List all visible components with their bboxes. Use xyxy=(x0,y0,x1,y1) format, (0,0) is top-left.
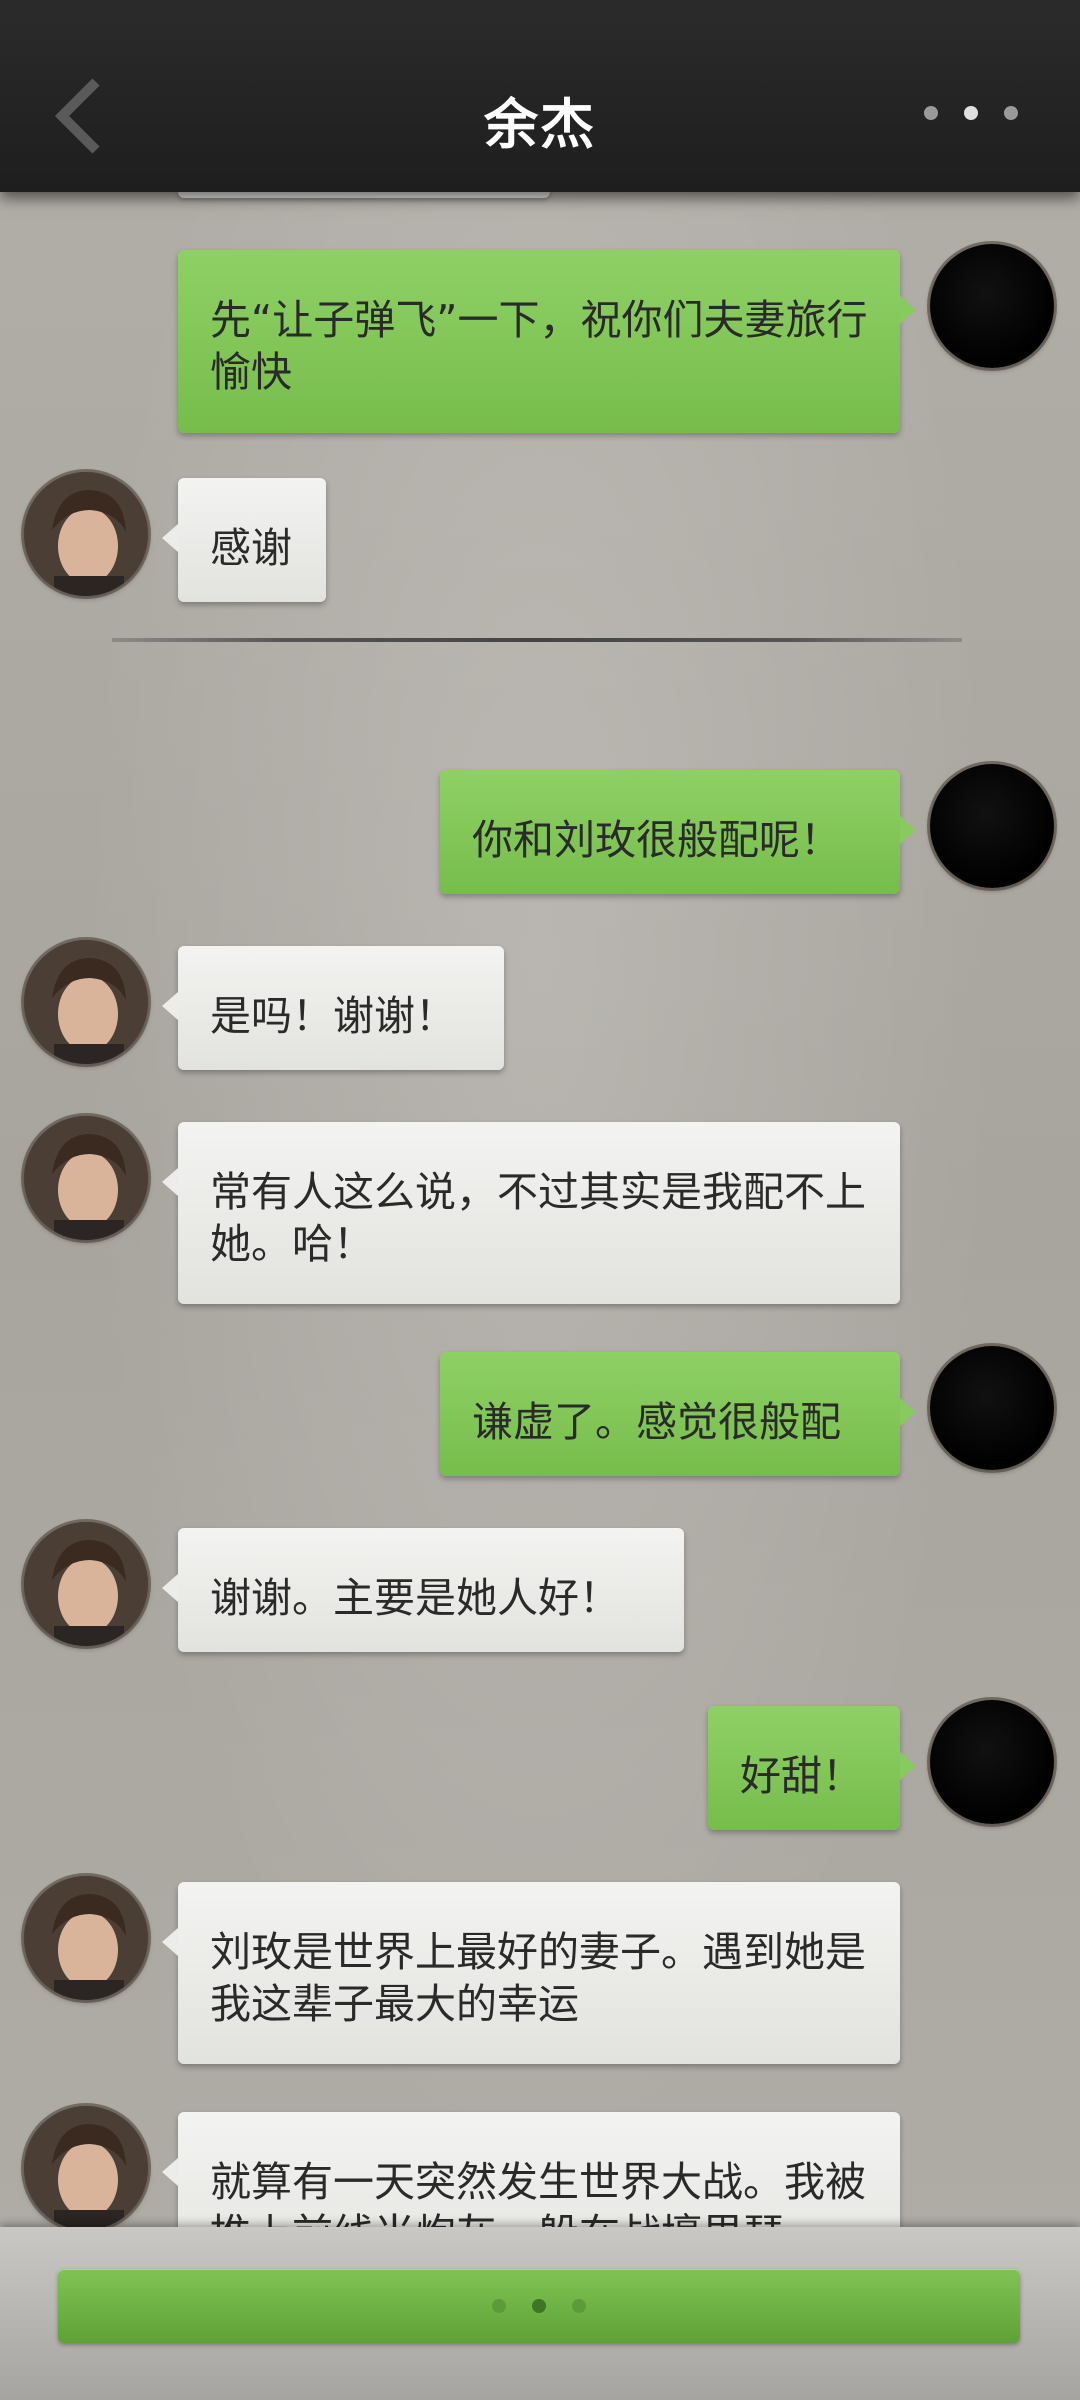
incoming-message: 谢谢。主要是她人好！ xyxy=(162,1528,684,1652)
message-text: 常有人这么说，不过其实是我配不上她。哈！ xyxy=(210,1168,866,1268)
outgoing-message: 好甜！ xyxy=(708,1706,916,1830)
my-avatar[interactable] xyxy=(930,764,1054,888)
contact-avatar[interactable] xyxy=(24,1116,148,1240)
message-text: 是吗！谢谢！ xyxy=(210,992,456,1040)
message-text: 谦虚了。感觉很般配 xyxy=(472,1398,841,1446)
outgoing-message: 你和刘玫很般配呢！ xyxy=(440,770,916,894)
section-divider xyxy=(112,638,962,642)
message-list[interactable]: 先“让子弹飞”一下，祝你们夫妻旅行愉快 感谢 你和刘玫很般配呢！ 是吗！谢谢！ xyxy=(0,192,1080,2227)
chat-header: 余杰 xyxy=(0,0,1080,192)
previous-message-edge xyxy=(178,192,550,198)
incoming-message: 是吗！谢谢！ xyxy=(162,946,504,1070)
message-text: 就算有一天突然发生世界大战。我被推上前线当炮灰，躲在战壕里瑟 xyxy=(210,2158,866,2227)
outgoing-message: 谦虚了。感觉很般配 xyxy=(440,1352,916,1476)
contact-name: 余杰 xyxy=(484,92,596,156)
incoming-message: 刘玫是世界上最好的妻子。遇到她是我这辈子最大的幸运 xyxy=(162,1882,900,2064)
my-avatar[interactable] xyxy=(930,1346,1054,1470)
contact-avatar[interactable] xyxy=(24,1876,148,2000)
reply-button[interactable] xyxy=(58,2269,1020,2343)
my-avatar[interactable] xyxy=(930,1700,1054,1824)
message-text: 谢谢。主要是她人好！ xyxy=(210,1574,620,1622)
more-dots-icon[interactable] xyxy=(924,106,1018,120)
contact-avatar[interactable] xyxy=(24,472,148,596)
incoming-message: 常有人这么说，不过其实是我配不上她。哈！ xyxy=(162,1122,900,1304)
my-avatar[interactable] xyxy=(930,244,1054,368)
message-text: 好甜！ xyxy=(740,1752,863,1800)
contact-avatar[interactable] xyxy=(24,2106,148,2227)
message-text: 刘玫是世界上最好的妻子。遇到她是我这辈子最大的幸运 xyxy=(210,1928,866,2028)
message-text: 你和刘玫很般配呢！ xyxy=(472,816,841,864)
incoming-message: 就算有一天突然发生世界大战。我被推上前线当炮灰，躲在战壕里瑟 xyxy=(162,2112,900,2227)
message-text: 先“让子弹飞”一下，祝你们夫妻旅行愉快 xyxy=(210,296,868,396)
incoming-message: 感谢 xyxy=(162,478,326,602)
outgoing-message: 先“让子弹飞”一下，祝你们夫妻旅行愉快 xyxy=(178,250,916,433)
message-text: 感谢 xyxy=(210,524,292,572)
typing-dots-icon xyxy=(492,2299,586,2313)
reply-bar xyxy=(0,2227,1080,2400)
contact-avatar[interactable] xyxy=(24,1522,148,1646)
contact-avatar[interactable] xyxy=(24,940,148,1064)
